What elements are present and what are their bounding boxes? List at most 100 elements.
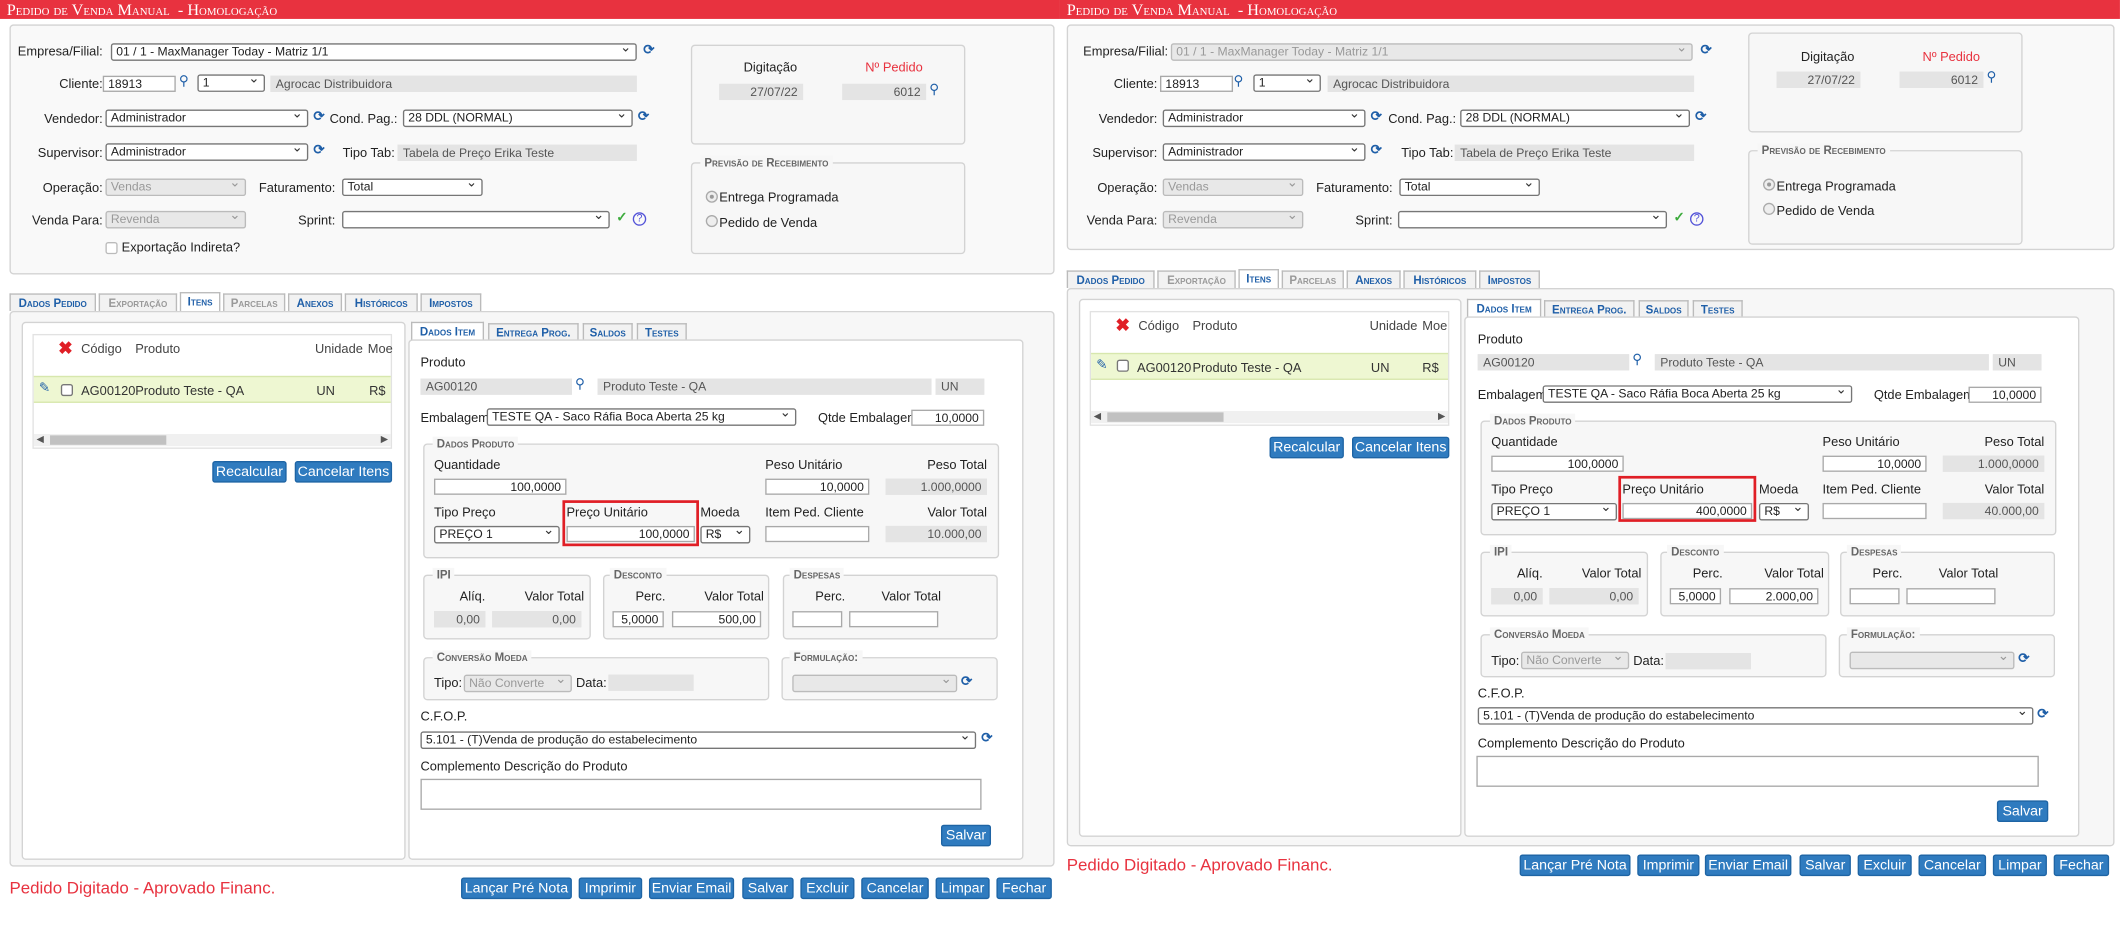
imprimir-button[interactable]: Imprimir — [578, 877, 643, 900]
quantidade-input[interactable]: 100,0000 — [1491, 455, 1624, 472]
edit-icon[interactable]: ✎ — [38, 382, 52, 397]
tab-saldos[interactable]: Saldos — [582, 323, 633, 341]
refresh-icon[interactable]: ⟳ — [637, 110, 651, 125]
col-produto[interactable]: Produto — [135, 342, 180, 357]
delete-icon[interactable]: ✖ — [1115, 316, 1130, 334]
pedido-radio[interactable] — [1763, 202, 1776, 215]
search-icon[interactable]: ⚲ — [1232, 75, 1246, 90]
qtde-emb-input[interactable]: 10,0000 — [911, 409, 985, 426]
tab-exportacao[interactable]: Exportação — [98, 293, 178, 311]
cancelar-button[interactable]: Cancelar — [861, 877, 929, 900]
desp-valor-input[interactable] — [1906, 588, 1996, 605]
salvar-item-button[interactable]: Salvar — [1996, 800, 2049, 823]
desp-valor-input[interactable] — [849, 611, 939, 628]
col-codigo[interactable]: Código — [81, 342, 122, 357]
col-produto[interactable]: Produto — [1192, 319, 1237, 334]
lancar-pre-nota-button[interactable]: Lançar Pré Nota — [1519, 854, 1631, 877]
tab-parcelas[interactable]: Parcelas — [1281, 270, 1344, 288]
cliente-seq-select[interactable]: 1 — [197, 74, 265, 92]
tab-testes[interactable]: Testes — [1692, 300, 1743, 318]
salvar-button[interactable]: Salvar — [1799, 854, 1851, 877]
desc-valor-input[interactable]: 500,00 — [671, 611, 762, 628]
empresa-select[interactable]: 01 / 1 - MaxManager Today - Matriz 1/1 — [110, 43, 637, 61]
embalagem-select[interactable]: TESTE QA - Saco Ráfia Boca Aberta 25 kg — [486, 408, 797, 426]
tab-saldos[interactable]: Saldos — [1638, 300, 1689, 318]
grid-scrollbar[interactable]: ◀ ▶ — [1091, 411, 1448, 424]
tab-exportacao[interactable]: Exportação — [1157, 270, 1236, 288]
cfop-select[interactable]: 5.101 - (T)Venda de produção do estabele… — [1477, 707, 2034, 725]
desc-perc-input[interactable]: 5,0000 — [612, 611, 664, 628]
scroll-left-icon[interactable]: ◀ — [37, 434, 44, 446]
vendedor-select[interactable]: Administrador — [1162, 109, 1366, 128]
tab-dados-pedido[interactable]: Dados Pedido — [1066, 270, 1155, 288]
desc-perc-input[interactable]: 5,0000 — [1669, 588, 1722, 605]
tipo-preco-select[interactable]: PREÇO 1 — [1491, 502, 1617, 521]
tab-anexos[interactable]: Anexos — [287, 293, 343, 311]
desc-valor-input[interactable]: 2.000,00 — [1729, 588, 1819, 605]
search-icon[interactable]: ⚲ — [927, 83, 941, 98]
tipo-preco-select[interactable]: PREÇO 1 — [433, 525, 560, 544]
edit-icon[interactable]: ✎ — [1095, 359, 1109, 374]
tab-itens[interactable]: Itens — [179, 292, 221, 311]
faturamento-select[interactable]: Total — [342, 178, 483, 197]
tab-parcelas[interactable]: Parcelas — [223, 293, 286, 311]
tab-historicos[interactable]: Históricos — [1403, 270, 1477, 288]
tab-itens[interactable]: Itens — [1238, 269, 1279, 288]
refresh-icon[interactable]: ⟳ — [1694, 110, 1708, 125]
recalcular-button[interactable]: Recalcular — [212, 461, 287, 483]
excluir-button[interactable]: Excluir — [800, 877, 855, 900]
embalagem-select[interactable]: TESTE QA - Saco Ráfia Boca Aberta 25 kg — [1542, 385, 1853, 403]
quantidade-input[interactable]: 100,0000 — [433, 478, 567, 495]
peso-unit-input[interactable]: 10,0000 — [1822, 455, 1927, 472]
vendedor-select[interactable]: Administrador — [105, 109, 309, 128]
imprimir-button[interactable]: Imprimir — [1637, 854, 1700, 877]
supervisor-select[interactable]: Administrador — [105, 143, 309, 161]
enviar-email-button[interactable]: Enviar Email — [648, 877, 735, 900]
excluir-button[interactable]: Excluir — [1857, 854, 1912, 877]
refresh-icon[interactable]: ⟳ — [642, 44, 656, 59]
exportacao-checkbox[interactable] — [105, 242, 118, 255]
faturamento-select[interactable]: Total — [1399, 178, 1540, 197]
check-icon[interactable]: ✓ — [1672, 212, 1686, 226]
scroll-right-icon[interactable]: ▶ — [1438, 411, 1445, 423]
cancelar-itens-button[interactable]: Cancelar Itens — [294, 461, 393, 483]
col-unidade[interactable]: Unidade — [1370, 319, 1418, 334]
entrega-radio[interactable] — [705, 190, 718, 203]
col-codigo[interactable]: Código — [1138, 319, 1179, 334]
supervisor-select[interactable]: Administrador — [1162, 143, 1366, 161]
complemento-textarea[interactable] — [1476, 755, 2039, 787]
delete-icon[interactable]: ✖ — [58, 339, 73, 357]
fechar-button[interactable]: Fechar — [2053, 854, 2110, 877]
tab-dados-item[interactable]: Dados Item — [411, 321, 485, 341]
moeda-select[interactable]: R$ — [1758, 502, 1809, 521]
recalcular-button[interactable]: Recalcular — [1269, 436, 1344, 459]
pedido-radio[interactable] — [705, 214, 718, 228]
tab-dados-pedido[interactable]: Dados Pedido — [9, 293, 96, 311]
search-icon[interactable]: ⚲ — [1631, 354, 1645, 368]
item-ped-input[interactable] — [765, 525, 870, 543]
tab-historicos[interactable]: Históricos — [344, 293, 418, 311]
col-moeda[interactable]: Moe — [368, 342, 393, 357]
refresh-icon[interactable]: ⟳ — [1699, 44, 1713, 59]
scroll-right-icon[interactable]: ▶ — [381, 434, 388, 446]
sprint-select[interactable] — [342, 210, 610, 229]
scroll-left-icon[interactable]: ◀ — [1094, 411, 1101, 423]
desp-perc-input[interactable] — [1849, 588, 1900, 605]
refresh-icon[interactable]: ⟳ — [2017, 652, 2031, 667]
qtde-emb-input[interactable]: 10,0000 — [1968, 386, 2042, 403]
refresh-icon[interactable]: ⟳ — [960, 675, 974, 690]
cancelar-itens-button[interactable]: Cancelar Itens — [1352, 436, 1450, 459]
tab-impostos[interactable]: Impostos — [420, 293, 482, 311]
complemento-textarea[interactable] — [420, 778, 982, 810]
sprint-select[interactable] — [1397, 210, 1668, 229]
col-unidade[interactable]: Unidade — [315, 342, 363, 357]
entrega-radio[interactable] — [1763, 178, 1776, 191]
col-moeda[interactable]: Moe — [1422, 319, 1447, 334]
row-checkbox[interactable] — [1116, 359, 1129, 372]
tab-testes[interactable]: Testes — [636, 323, 687, 341]
salvar-button[interactable]: Salvar — [742, 877, 794, 900]
tab-entrega-prog[interactable]: Entrega Prog. — [1543, 300, 1635, 318]
lancar-pre-nota-button[interactable]: Lançar Pré Nota — [461, 877, 572, 900]
tab-impostos[interactable]: Impostos — [1479, 270, 1540, 288]
search-icon[interactable]: ⚲ — [573, 378, 587, 393]
